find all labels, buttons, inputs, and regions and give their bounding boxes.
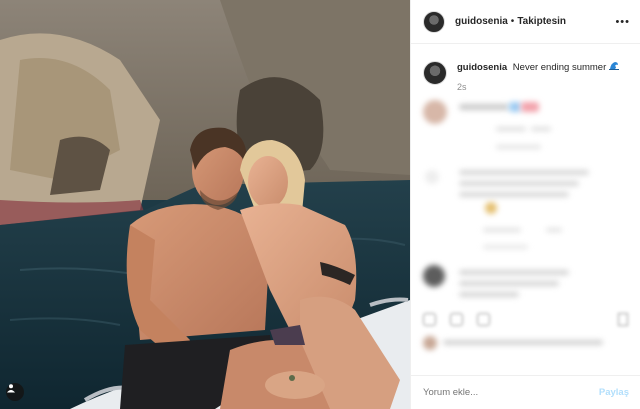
share-icon[interactable] bbox=[477, 313, 490, 326]
blurred-comment-text bbox=[459, 104, 509, 110]
comment-icon[interactable] bbox=[450, 313, 463, 326]
following-button[interactable]: Takiptesin bbox=[517, 16, 566, 27]
comment-input[interactable] bbox=[423, 387, 599, 398]
person-icon bbox=[7, 384, 15, 393]
blurred-likes-avatar bbox=[423, 336, 437, 350]
like-icon[interactable] bbox=[423, 313, 436, 326]
caption-username[interactable]: guidosenia bbox=[457, 62, 507, 73]
comment-bar: Paylaş bbox=[411, 375, 640, 409]
header-separator: • bbox=[510, 16, 515, 27]
post-photo[interactable] bbox=[0, 0, 410, 409]
blurred-comment-meta bbox=[496, 127, 526, 131]
tagged-users-icon[interactable] bbox=[6, 383, 24, 401]
blurred-comment-meta bbox=[483, 245, 528, 249]
blurred-comment-meta bbox=[496, 145, 541, 149]
blurred-comment-meta bbox=[531, 127, 551, 131]
blurred-comment-text bbox=[459, 192, 569, 197]
caption-timestamp: 2s bbox=[457, 82, 467, 92]
caption-body: guidosenia Never ending summer 2s bbox=[457, 61, 619, 92]
post-comment-button[interactable]: Paylaş bbox=[599, 387, 629, 398]
blurred-comment-meta bbox=[483, 228, 521, 232]
blurred-comment-avatar bbox=[423, 265, 445, 287]
post-header: guidosenia • Takiptesin ••• bbox=[411, 0, 640, 44]
wave-icon bbox=[608, 61, 619, 74]
blurred-comment-meta bbox=[546, 228, 562, 232]
post-actions bbox=[423, 313, 490, 326]
blurred-comment-avatar bbox=[425, 170, 439, 184]
blurred-comment-emoji bbox=[485, 202, 497, 214]
more-options-icon[interactable]: ••• bbox=[615, 16, 630, 28]
header-username[interactable]: guidosenia bbox=[455, 16, 508, 27]
bookmark-icon[interactable] bbox=[618, 313, 628, 326]
caption-line: guidosenia Never ending summer bbox=[457, 61, 619, 74]
blurred-likes-text bbox=[443, 340, 603, 345]
blurred-comment-text bbox=[459, 170, 589, 175]
avatar[interactable] bbox=[423, 10, 445, 33]
caption-text: Never ending summer bbox=[512, 62, 607, 73]
blurred-comment-badge bbox=[521, 102, 539, 112]
blurred-comment-badge bbox=[509, 102, 521, 112]
blurred-comment-text bbox=[459, 270, 569, 275]
post-side-panel: guidosenia • Takiptesin ••• guidosenia N… bbox=[410, 0, 640, 409]
blurred-comment-text bbox=[459, 292, 519, 297]
caption-avatar[interactable] bbox=[423, 61, 447, 85]
blurred-comment-avatar bbox=[423, 100, 447, 124]
caption: guidosenia Never ending summer 2s bbox=[411, 44, 640, 92]
blurred-comment-text bbox=[459, 281, 559, 286]
blurred-comment-text bbox=[459, 181, 579, 186]
photo-illustration bbox=[0, 0, 410, 409]
